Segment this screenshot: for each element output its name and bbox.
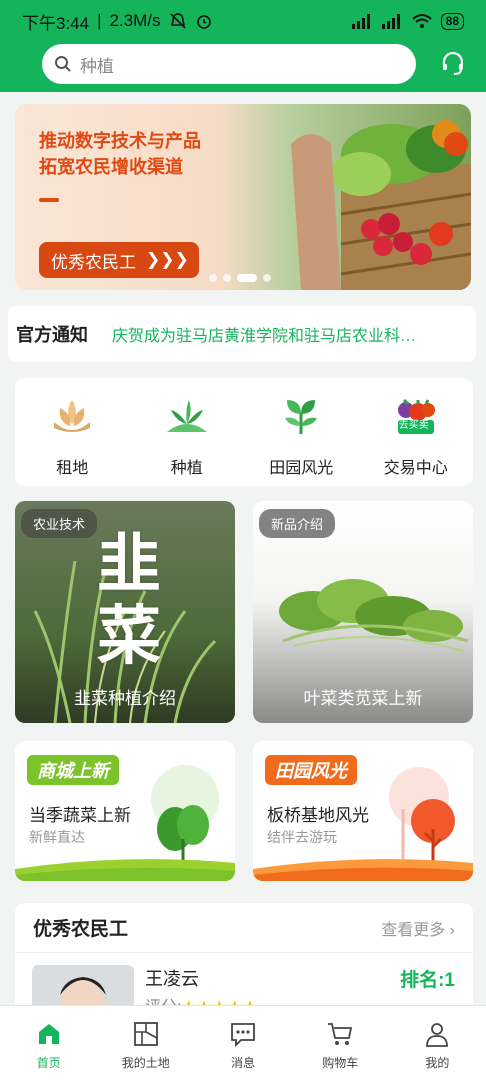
battery-indicator: 88 bbox=[440, 12, 464, 30]
banner-line-1: 推动数字技术与产品 bbox=[39, 131, 201, 151]
category-planting[interactable]: 种植 bbox=[130, 378, 245, 486]
app-header: 下午3:44 | 2.3M/s 88 种植 bbox=[0, 0, 486, 92]
category-label: 种植 bbox=[170, 460, 203, 477]
feature-card-amaranth[interactable]: 新品介绍 叶菜类苋菜上新 bbox=[253, 501, 473, 723]
promo-subtitle: 结伴去游玩 bbox=[267, 829, 337, 845]
promo-card-mall[interactable]: 商城上新 当季蔬菜上新 新鲜直达 bbox=[15, 741, 235, 881]
chive-char-2: 菜 bbox=[97, 599, 161, 674]
signal-icon-2 bbox=[381, 14, 400, 29]
status-bar: 下午3:44 | 2.3M/s 88 bbox=[0, 0, 486, 42]
view-more-link[interactable]: 查看更多 › bbox=[381, 916, 455, 940]
trading-badge: 去买卖 bbox=[398, 420, 429, 431]
carousel-dot bbox=[209, 274, 217, 282]
bottom-tab-bar: 首页 我的土地 消息 购物车 我的 bbox=[0, 1005, 486, 1080]
banner-headline: 推动数字技术与产品 拓宽农民增收渠道 bbox=[39, 128, 201, 180]
status-time: 下午3:44 bbox=[22, 13, 90, 33]
card-tag: 农业技术 bbox=[21, 509, 98, 538]
message-icon bbox=[231, 1023, 255, 1048]
banner-cta-button[interactable]: 优秀农民工 ❯❯❯ bbox=[39, 242, 199, 278]
carousel-dot bbox=[223, 274, 231, 282]
signal-icon bbox=[351, 14, 370, 29]
search-input[interactable]: 种植 bbox=[42, 44, 417, 84]
tab-messages[interactable]: 消息 bbox=[194, 1006, 291, 1080]
card-caption: 韭菜种植介绍 bbox=[74, 689, 176, 708]
promo-title: 当季蔬菜上新 bbox=[29, 806, 131, 825]
worker-rank: 排名:1 bbox=[400, 970, 455, 991]
card-tag: 新品介绍 bbox=[259, 509, 336, 538]
mute-bell-icon bbox=[169, 13, 186, 29]
wifi-icon bbox=[411, 14, 432, 28]
category-rent-land[interactable]: 租地 bbox=[15, 378, 130, 486]
carousel-dot bbox=[263, 274, 271, 282]
notice-label: 官方通知 bbox=[16, 325, 88, 345]
official-notice-bar[interactable]: 官方通知 庆贺成为驻马店黄淮学院和驻马店农业科… bbox=[8, 306, 476, 362]
tab-cart[interactable]: 购物车 bbox=[292, 1006, 389, 1080]
lotus-icon bbox=[54, 400, 91, 432]
view-more-label: 查看更多 bbox=[381, 921, 446, 939]
alarm-icon bbox=[196, 15, 211, 29]
section-title: 优秀农民工 bbox=[33, 919, 129, 940]
search-icon bbox=[55, 56, 71, 72]
category-countryside[interactable]: 田园风光 bbox=[244, 378, 359, 486]
orange-wave-decoration bbox=[253, 859, 473, 881]
promo-title: 板桥基地风光 bbox=[267, 806, 369, 825]
promo-banner[interactable]: 推动数字技术与产品 拓宽农民增收渠道 优秀农民工 ❯❯❯ bbox=[15, 104, 471, 290]
network-speed: 2.3M/s bbox=[109, 11, 161, 30]
sprout-icon bbox=[166, 400, 207, 432]
customer-service-icon[interactable] bbox=[440, 51, 466, 77]
category-grid: 租地 种植 田园风光 去买卖 交易中心 bbox=[15, 378, 473, 486]
promo-badge: 商城上新 bbox=[27, 755, 119, 785]
notice-text[interactable]: 庆贺成为驻马店黄淮学院和驻马店农业科… bbox=[112, 322, 452, 346]
category-label: 田园风光 bbox=[269, 460, 334, 477]
banner-line-2: 拓宽农民增收渠道 bbox=[39, 157, 183, 177]
vegetable-basket-image bbox=[291, 120, 471, 290]
land-icon bbox=[133, 1022, 158, 1046]
tab-label: 购物车 bbox=[322, 1056, 359, 1070]
tab-home[interactable]: 首页 bbox=[0, 1006, 97, 1080]
chevron-right-icon: › bbox=[449, 921, 455, 939]
carousel-indicator bbox=[209, 274, 271, 282]
tab-label: 我的 bbox=[425, 1056, 450, 1070]
tab-mine[interactable]: 我的 bbox=[389, 1006, 486, 1080]
worker-name: 王凌云 bbox=[145, 969, 199, 989]
banner-cta-label: 优秀农民工 bbox=[51, 252, 136, 272]
card-caption: 叶菜类苋菜上新 bbox=[303, 689, 423, 708]
tab-label: 首页 bbox=[36, 1056, 61, 1070]
chevrons-right-icon: ❯❯❯ bbox=[146, 250, 189, 269]
tab-label: 消息 bbox=[231, 1056, 256, 1070]
promo-badge: 田园风光 bbox=[265, 755, 357, 785]
category-label: 交易中心 bbox=[383, 460, 448, 477]
cart-icon bbox=[328, 1023, 353, 1045]
carousel-dot-active bbox=[237, 274, 257, 282]
tab-label: 我的土地 bbox=[121, 1056, 170, 1070]
user-icon bbox=[426, 1023, 449, 1047]
leaf-icon bbox=[285, 400, 318, 434]
tab-my-land[interactable]: 我的土地 bbox=[97, 1006, 194, 1080]
search-placeholder: 种植 bbox=[80, 56, 114, 76]
promo-card-countryside[interactable]: 田园风光 板桥基地风光 结伴去游玩 bbox=[253, 741, 473, 881]
banner-divider bbox=[39, 198, 59, 202]
promo-subtitle: 新鲜直达 bbox=[29, 829, 85, 845]
home-icon bbox=[38, 1024, 59, 1044]
category-label: 租地 bbox=[56, 460, 89, 477]
green-wave-decoration bbox=[15, 859, 235, 881]
feature-card-chive[interactable]: 韭 菜 农业技术 韭菜种植介绍 bbox=[15, 501, 235, 723]
category-trading-center[interactable]: 去买卖 交易中心 bbox=[359, 378, 474, 486]
